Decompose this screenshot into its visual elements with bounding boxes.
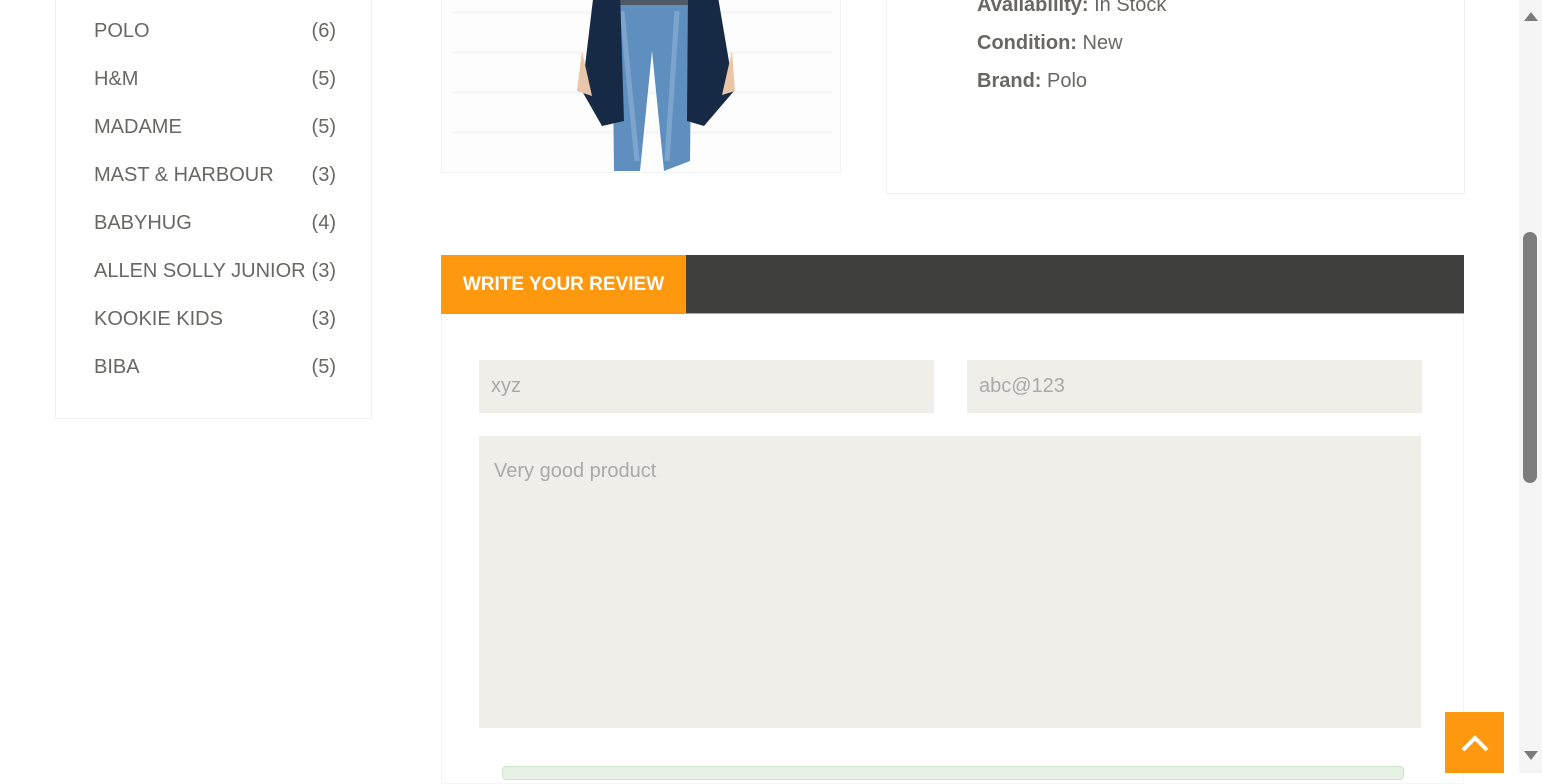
brand-item-kookie-kids[interactable]: KOOKIE KIDS (3)	[94, 304, 336, 334]
scrollbar-thumb[interactable]	[1523, 232, 1537, 483]
brand-item-biba[interactable]: BIBA (5)	[94, 352, 336, 382]
scroll-up-arrow-icon[interactable]	[1524, 12, 1538, 21]
brand-count: (6)	[311, 19, 336, 42]
brand-count: (4)	[311, 211, 336, 234]
brand-name: MADAME	[94, 115, 182, 138]
brand-name: BIBA	[94, 355, 140, 378]
brand-name: H&M	[94, 67, 139, 90]
submit-button[interactable]	[502, 766, 1404, 780]
brand-count: (5)	[311, 115, 336, 138]
brand-count: (3)	[311, 259, 336, 282]
brand-label: Brand:	[977, 70, 1042, 92]
review-message-field[interactable]: Very good product	[479, 436, 1421, 728]
tab-write-review[interactable]: WRITE YOUR REVIEW	[441, 255, 686, 314]
condition-value: New	[1082, 32, 1123, 54]
brand-item-babyhug[interactable]: BABYHUG (4)	[94, 208, 336, 238]
brand-item-polo[interactable]: POLO (6)	[94, 16, 336, 46]
availability-value: In Stock	[1094, 0, 1167, 16]
brand-item-mast-harbour[interactable]: MAST & HARBOUR (3)	[94, 160, 336, 190]
product-photo	[442, 0, 840, 172]
brand-name: BABYHUG	[94, 211, 192, 234]
brand-count: (5)	[311, 67, 336, 90]
brand-line: Brand: Polo	[977, 70, 1087, 93]
brand-count: (3)	[311, 307, 336, 330]
product-image	[441, 0, 841, 173]
brand-value: Polo	[1047, 70, 1088, 92]
brand-name: ALLEN SOLLY JUNIOR	[94, 259, 306, 282]
brand-name: MAST & HARBOUR	[94, 163, 274, 186]
brands-panel: POLO (6) H&M (5) MADAME (5) MAST & HARBO…	[55, 0, 372, 419]
brand-item-hm[interactable]: H&M (5)	[94, 64, 336, 94]
condition-line: Condition: New	[977, 32, 1123, 55]
brand-count: (3)	[311, 163, 336, 186]
email-field[interactable]	[967, 360, 1422, 413]
brand-item-madame[interactable]: MADAME (5)	[94, 112, 336, 142]
brand-item-allen-solly-junior[interactable]: ALLEN SOLLY JUNIOR (3)	[94, 256, 336, 286]
brand-name: KOOKIE KIDS	[94, 307, 223, 330]
scroll-top-button[interactable]	[1445, 712, 1504, 773]
availability-line: Availability: In Stock	[977, 0, 1166, 17]
chevron-up-icon	[1461, 734, 1488, 751]
availability-label: Availability:	[977, 0, 1089, 16]
scroll-down-arrow-icon[interactable]	[1524, 751, 1538, 760]
brand-count: (5)	[311, 355, 336, 378]
name-field[interactable]	[479, 360, 934, 413]
brand-name: POLO	[94, 19, 150, 42]
review-tabbar: WRITE YOUR REVIEW	[441, 255, 1464, 314]
product-info-panel: Availability: In Stock Condition: New Br…	[886, 0, 1465, 194]
condition-label: Condition:	[977, 32, 1077, 54]
